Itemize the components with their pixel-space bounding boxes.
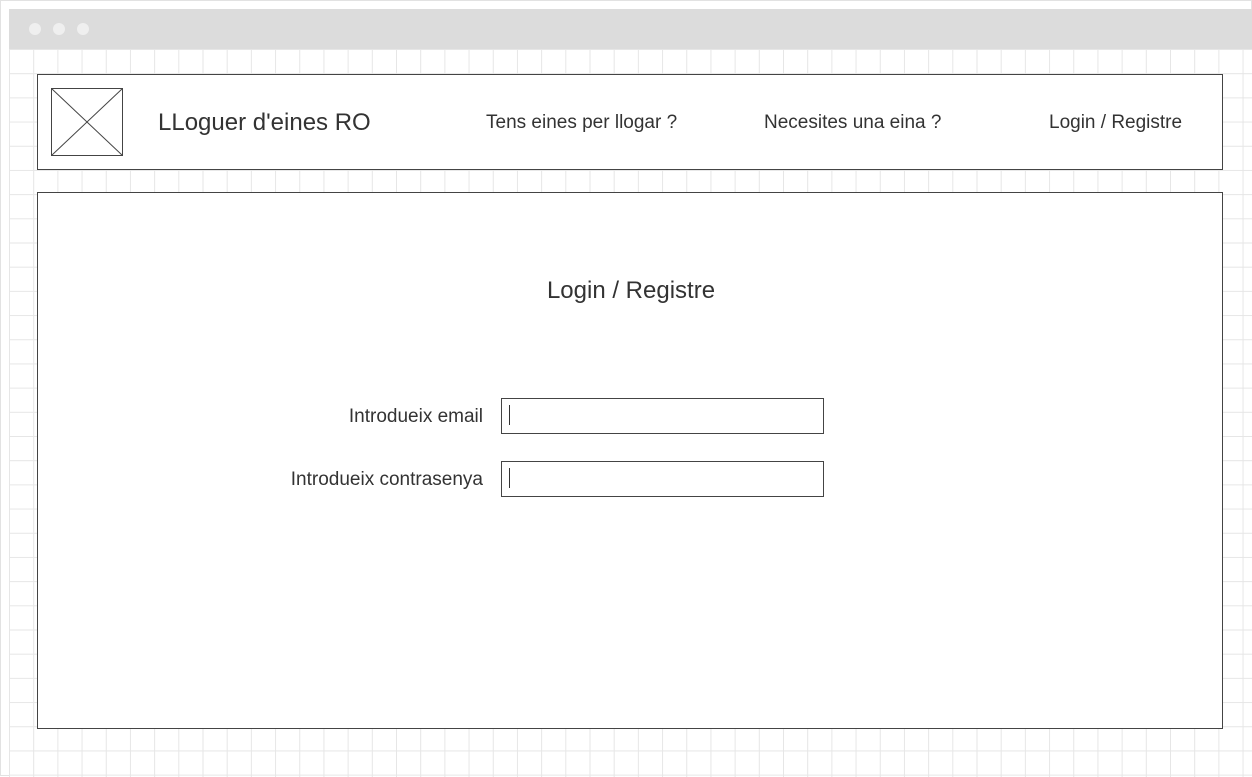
email-field[interactable] — [501, 398, 824, 434]
nav-link-necesites[interactable]: Necesites una eina ? — [764, 112, 941, 134]
email-field-wrapper — [501, 398, 824, 434]
window-dot-icon[interactable] — [77, 23, 89, 35]
nav-link-llogar[interactable]: Tens eines per llogar ? — [486, 112, 677, 134]
password-field[interactable] — [501, 461, 824, 497]
password-field-wrapper — [501, 461, 824, 497]
password-label: Introdueix contrasenya — [290, 469, 483, 490]
browser-window: LLoguer d'eines RO Tens eines per llogar… — [0, 0, 1252, 777]
text-cursor-icon — [509, 468, 510, 488]
page-title: Login / Registre — [546, 277, 716, 304]
email-label: Introdueix email — [348, 406, 483, 427]
login-panel: Login / Registre Introdueix email Introd… — [37, 192, 1223, 729]
text-cursor-icon — [509, 405, 510, 425]
site-header: LLoguer d'eines RO Tens eines per llogar… — [37, 74, 1223, 170]
brand-title[interactable]: LLoguer d'eines RO — [158, 109, 371, 137]
window-titlebar — [9, 9, 1252, 49]
window-dot-icon[interactable] — [29, 23, 41, 35]
window-dot-icon[interactable] — [53, 23, 65, 35]
nav-link-login[interactable]: Login / Registre — [1049, 112, 1182, 134]
image-placeholder-icon[interactable] — [51, 88, 123, 156]
